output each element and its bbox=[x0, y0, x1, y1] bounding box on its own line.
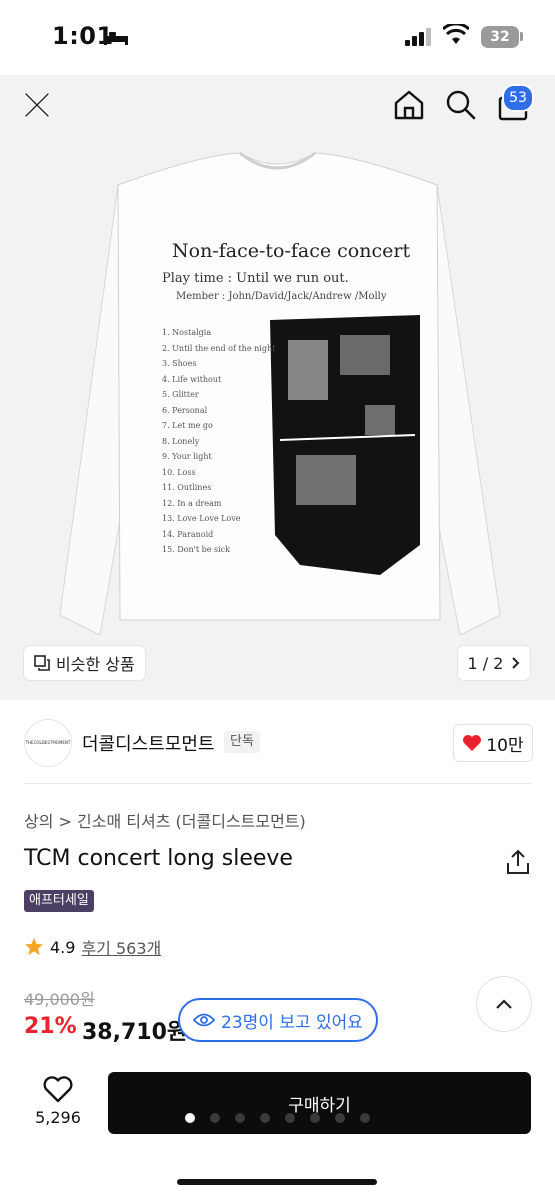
tracklist-item: 1. Nostalgia bbox=[162, 328, 212, 337]
search-icon[interactable] bbox=[444, 88, 478, 122]
carousel-dots bbox=[185, 1113, 370, 1123]
discount-rate: 21% bbox=[24, 1014, 77, 1039]
sale-price: 38,710원 bbox=[82, 1020, 188, 1045]
wifi-icon bbox=[443, 24, 469, 44]
brand-logo-text: THECOLDESTMOMENT bbox=[25, 740, 71, 745]
print-playtime: Play time : Until we run out. bbox=[162, 271, 349, 286]
tracklist-item: 12. In a dream bbox=[162, 498, 222, 508]
buy-label: 구매하기 bbox=[288, 1095, 351, 1116]
product-image[interactable]: Non-face-to-face concert Play time : Unt… bbox=[0, 75, 555, 700]
eye-icon bbox=[193, 1013, 216, 1027]
carousel-dot[interactable] bbox=[310, 1113, 320, 1123]
star-icon bbox=[25, 938, 43, 955]
original-price: 49,000원 bbox=[24, 990, 95, 1009]
reviews-link[interactable]: 후기 563개 bbox=[81, 935, 161, 959]
divider bbox=[24, 783, 531, 784]
tracklist-item: 10. Loss bbox=[162, 467, 196, 477]
battery-tip bbox=[520, 32, 523, 41]
viewers-indicator: 23명이 보고 있어요 bbox=[178, 998, 378, 1042]
tracklist-item: 4. Life without bbox=[162, 374, 222, 384]
product-title: TCM concert long sleeve bbox=[24, 846, 293, 871]
image-pager[interactable]: 1 / 2 bbox=[458, 646, 530, 680]
tracklist-item: 8. Lonely bbox=[162, 436, 200, 446]
chevron-right-icon bbox=[512, 657, 520, 669]
bed-icon bbox=[104, 30, 128, 45]
brand-exclusive-tag: 단독 bbox=[224, 731, 260, 753]
copy-icon bbox=[34, 655, 50, 671]
tracklist-item: 2. Until the end of the night bbox=[162, 343, 276, 353]
tracklist-item: 6. Personal bbox=[162, 405, 208, 415]
print-tracklist: 1. Nostalgia 2. Until the end of the nigh… bbox=[162, 325, 275, 558]
close-icon[interactable] bbox=[20, 88, 54, 122]
status-bar: 1:01 32 bbox=[0, 0, 555, 75]
brand-logo[interactable]: THECOLDESTMOMENT bbox=[24, 719, 72, 767]
carousel-dot[interactable] bbox=[185, 1113, 195, 1123]
home-icon[interactable] bbox=[392, 88, 426, 122]
brand-name[interactable]: 더콜디스트모먼트 bbox=[82, 730, 214, 756]
tracklist-item: 13. Love Love Love bbox=[162, 514, 241, 523]
tracklist-item: 3. Shoes bbox=[162, 359, 197, 368]
battery-indicator: 32 bbox=[481, 26, 519, 48]
buy-button[interactable]: 구매하기 bbox=[108, 1072, 531, 1134]
tracklist-item: 11. Outlines bbox=[162, 483, 212, 492]
similar-label: 비슷한 상품 bbox=[56, 655, 135, 674]
tracklist-item: 5. Glitter bbox=[162, 390, 199, 399]
tracklist-item: 15. Don't be sick bbox=[162, 545, 230, 554]
brand-like-button[interactable]: 10만 bbox=[453, 724, 533, 762]
carousel-dot[interactable] bbox=[260, 1113, 270, 1123]
carousel-dot[interactable] bbox=[210, 1113, 220, 1123]
carousel-dot[interactable] bbox=[235, 1113, 245, 1123]
carousel-dot[interactable] bbox=[335, 1113, 345, 1123]
tracklist-item: 7. Let me go bbox=[162, 421, 213, 430]
tshirt-illustration bbox=[59, 151, 501, 636]
print-members: Member : John/David/Jack/Andrew /Molly bbox=[176, 291, 387, 302]
rating-row: 4.9 후기 563개 bbox=[24, 935, 161, 959]
chevron-up-icon bbox=[496, 998, 512, 1009]
rating-value: 4.9 bbox=[50, 937, 76, 957]
tracklist-item: 9. Your light bbox=[162, 452, 212, 461]
carousel-dot[interactable] bbox=[285, 1113, 295, 1123]
page-indicator: 1 / 2 bbox=[467, 653, 504, 673]
scroll-top-button[interactable] bbox=[476, 976, 532, 1032]
tracklist-item: 14. Paranoid bbox=[162, 529, 214, 539]
home-indicator bbox=[177, 1179, 377, 1185]
share-icon[interactable] bbox=[505, 848, 531, 876]
cart-badge: 53 bbox=[502, 84, 534, 112]
print-title: Non-face-to-face concert bbox=[172, 240, 411, 262]
heart-icon bbox=[463, 735, 482, 751]
carousel-dot[interactable] bbox=[360, 1113, 370, 1123]
similar-products-button[interactable]: 비슷한 상품 bbox=[24, 646, 145, 680]
brand-likes-count: 10만 bbox=[486, 735, 524, 756]
breadcrumb[interactable]: 상의 > 긴소매 티셔츠 (더콜디스트모먼트) bbox=[24, 808, 306, 832]
signal-icon bbox=[405, 28, 431, 46]
viewers-text: 23명이 보고 있어요 bbox=[221, 1012, 363, 1033]
heart-outline-icon[interactable] bbox=[43, 1076, 73, 1103]
sale-badge: 애프터세일 bbox=[24, 890, 94, 912]
wishlist-count: 5,296 bbox=[35, 1108, 81, 1127]
